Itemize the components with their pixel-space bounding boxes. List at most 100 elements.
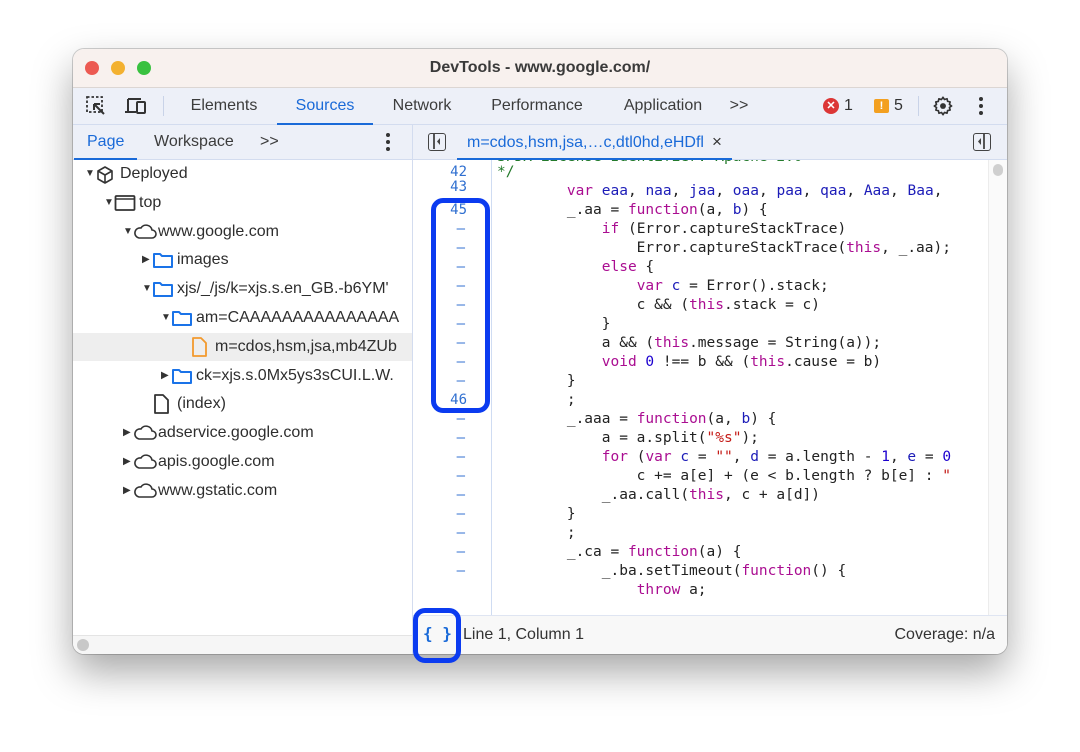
tree-item[interactable]: (index)	[73, 390, 412, 418]
code-line: SPDX-License-Identifier: Apache-2.0	[497, 160, 803, 167]
tab-sources[interactable]: Sources	[277, 88, 373, 125]
line-number[interactable]: –	[425, 239, 465, 258]
tree-item-label: top	[139, 193, 162, 211]
error-counter[interactable]: ✕ 1	[823, 97, 853, 115]
more-tabs-button[interactable]: >>	[727, 88, 751, 124]
tree-item[interactable]: ▼ xjs/_/js/k=xjs.s.en_GB.-b6YM'	[73, 275, 412, 303]
navigator-more-tabs-button[interactable]: >>	[260, 125, 279, 159]
tree-item[interactable]: ▶ www.gstatic.com	[73, 477, 412, 505]
close-icon[interactable]: ×	[712, 132, 722, 151]
tree-item-label: m=cdos,hsm,jsa,mb4ZUb	[215, 337, 397, 355]
cursor-position: Line 1, Column 1	[463, 626, 584, 643]
line-number[interactable]: –	[425, 467, 465, 486]
tab-network[interactable]: Network	[389, 88, 455, 124]
folder-icon	[152, 251, 173, 269]
code-line: _.aa.call(this, c + a[d])	[497, 487, 821, 503]
navigator-horizontal-scrollbar[interactable]	[73, 635, 412, 654]
line-number[interactable]: 43	[427, 178, 467, 197]
kebab-menu-icon[interactable]	[976, 95, 998, 117]
tree-item[interactable]: ▶ apis.google.com	[73, 448, 412, 476]
code-editor[interactable]: 424345–––––––––46––––––––– SPDX-License-…	[413, 160, 989, 631]
warning-counter[interactable]: ! 5	[874, 97, 903, 115]
inspect-element-icon[interactable]	[85, 95, 107, 117]
line-number[interactable]: –	[425, 296, 465, 315]
gear-icon[interactable]	[932, 95, 954, 117]
kebab-menu-icon[interactable]	[383, 131, 405, 153]
line-number[interactable]: –	[425, 410, 465, 429]
line-number[interactable]: –	[425, 372, 465, 391]
file-js-icon	[190, 336, 210, 357]
line-number[interactable]: –	[425, 277, 465, 296]
folder-icon	[171, 309, 192, 327]
line-number[interactable]: –	[425, 429, 465, 448]
scrollbar-thumb[interactable]	[77, 639, 89, 651]
line-number[interactable]: –	[425, 543, 465, 562]
error-count: 1	[844, 97, 853, 114]
code-line: ;	[497, 392, 576, 408]
expand-arrow-down-icon[interactable]: ▼	[161, 304, 171, 332]
file-tab[interactable]: m=cdos,hsm,jsa,…c,dtl0hd,eHDfl ×	[457, 125, 732, 160]
cloud-icon	[133, 424, 157, 442]
code-line: void 0 !== b && (this.cause = b)	[601, 354, 882, 370]
line-number[interactable]: –	[425, 524, 465, 543]
navigator-pane: Page Workspace >> ▼ Deployed ▼ top ▼ www.goog…	[73, 125, 413, 654]
cloud-icon	[133, 482, 157, 500]
pretty-print-button[interactable]: { }	[423, 624, 452, 643]
tab-workspace[interactable]: Workspace	[154, 125, 234, 159]
file-icon	[152, 393, 172, 415]
expand-arrow-right-icon[interactable]: ▶	[123, 477, 133, 505]
code-line: _.ba.setTimeout(function() {	[497, 563, 847, 579]
cube-icon	[95, 165, 115, 184]
expand-arrow-right-icon[interactable]: ▶	[123, 419, 133, 447]
toggle-debugger-icon[interactable]	[973, 133, 991, 151]
expand-arrow-down-icon[interactable]: ▼	[123, 218, 133, 246]
expand-arrow-right-icon[interactable]: ▶	[123, 448, 133, 476]
tree-item[interactable]: ▶ adservice.google.com	[73, 419, 412, 447]
expand-arrow-right-icon[interactable]: ▶	[142, 246, 152, 274]
line-number[interactable]: –	[425, 353, 465, 372]
line-number[interactable]: –	[425, 486, 465, 505]
tree-item-label: ck=xjs.s.0Mx5ys3sCUI.L.W.	[196, 366, 394, 384]
tree-item[interactable]: ▶ images	[73, 246, 412, 274]
expand-arrow-down-icon[interactable]: ▼	[85, 160, 95, 188]
expand-arrow-down-icon[interactable]: ▼	[104, 189, 114, 217]
code-line: var c = Error().stack;	[636, 278, 829, 294]
tab-page[interactable]: Page	[73, 125, 138, 160]
line-number[interactable]: –	[425, 562, 465, 581]
tree-item[interactable]: ▼ Deployed	[73, 160, 412, 188]
tree-item[interactable]: ▼ www.google.com	[73, 218, 412, 246]
line-number-gutter[interactable]: 42 43 45– – – – – – – – –46– – – – – – – – –	[413, 160, 492, 631]
title-bar: DevTools - www.google.com/	[73, 49, 1007, 88]
tab-elements[interactable]: Elements	[187, 88, 261, 124]
main-toolbar: Elements Sources Network Performance App…	[73, 88, 1007, 125]
tree-item[interactable]: ▶ ck=xjs.s.0Mx5ys3sCUI.L.W.	[73, 362, 412, 390]
tree-item[interactable]: ▼ am=CAAAAAAAAAAAAAAA	[73, 304, 412, 332]
code-line: }	[497, 373, 576, 389]
line-number[interactable]: –	[425, 258, 465, 277]
editor-vertical-scrollbar[interactable]	[988, 160, 1007, 631]
toggle-navigator-icon[interactable]	[428, 133, 446, 151]
toolbar-divider	[163, 96, 164, 116]
tree-item[interactable]: ▼ top	[73, 189, 412, 217]
tab-performance[interactable]: Performance	[487, 88, 587, 124]
code-line: }	[497, 316, 611, 332]
line-number[interactable]: 46	[427, 391, 467, 410]
tree-item-label: www.gstatic.com	[158, 481, 278, 499]
expand-arrow-down-icon[interactable]: ▼	[142, 275, 152, 303]
line-number[interactable]: –	[425, 505, 465, 524]
tab-application[interactable]: Application	[619, 88, 707, 124]
expand-arrow-right-icon[interactable]: ▶	[161, 362, 171, 390]
line-number[interactable]: –	[425, 448, 465, 467]
scrollbar-thumb[interactable]	[993, 164, 1003, 176]
code-line: throw a;	[636, 582, 707, 598]
line-number[interactable]: –	[425, 334, 465, 353]
code-content[interactable]: SPDX-License-Identifier: Apache-2.0 */ v…	[497, 160, 989, 631]
tree-item-label: (index)	[177, 395, 226, 413]
line-number[interactable]: 45	[427, 201, 467, 220]
line-number[interactable]: –	[425, 315, 465, 334]
tree-item-label: apis.google.com	[158, 453, 275, 470]
line-number[interactable]: –	[425, 220, 465, 239]
editor-pane: m=cdos,hsm,jsa,…c,dtl0hd,eHDfl × 42 43 45– –…	[413, 125, 1007, 654]
device-toolbar-icon[interactable]	[124, 95, 146, 117]
tree-item[interactable]: m=cdos,hsm,jsa,mb4ZUb	[73, 332, 412, 361]
